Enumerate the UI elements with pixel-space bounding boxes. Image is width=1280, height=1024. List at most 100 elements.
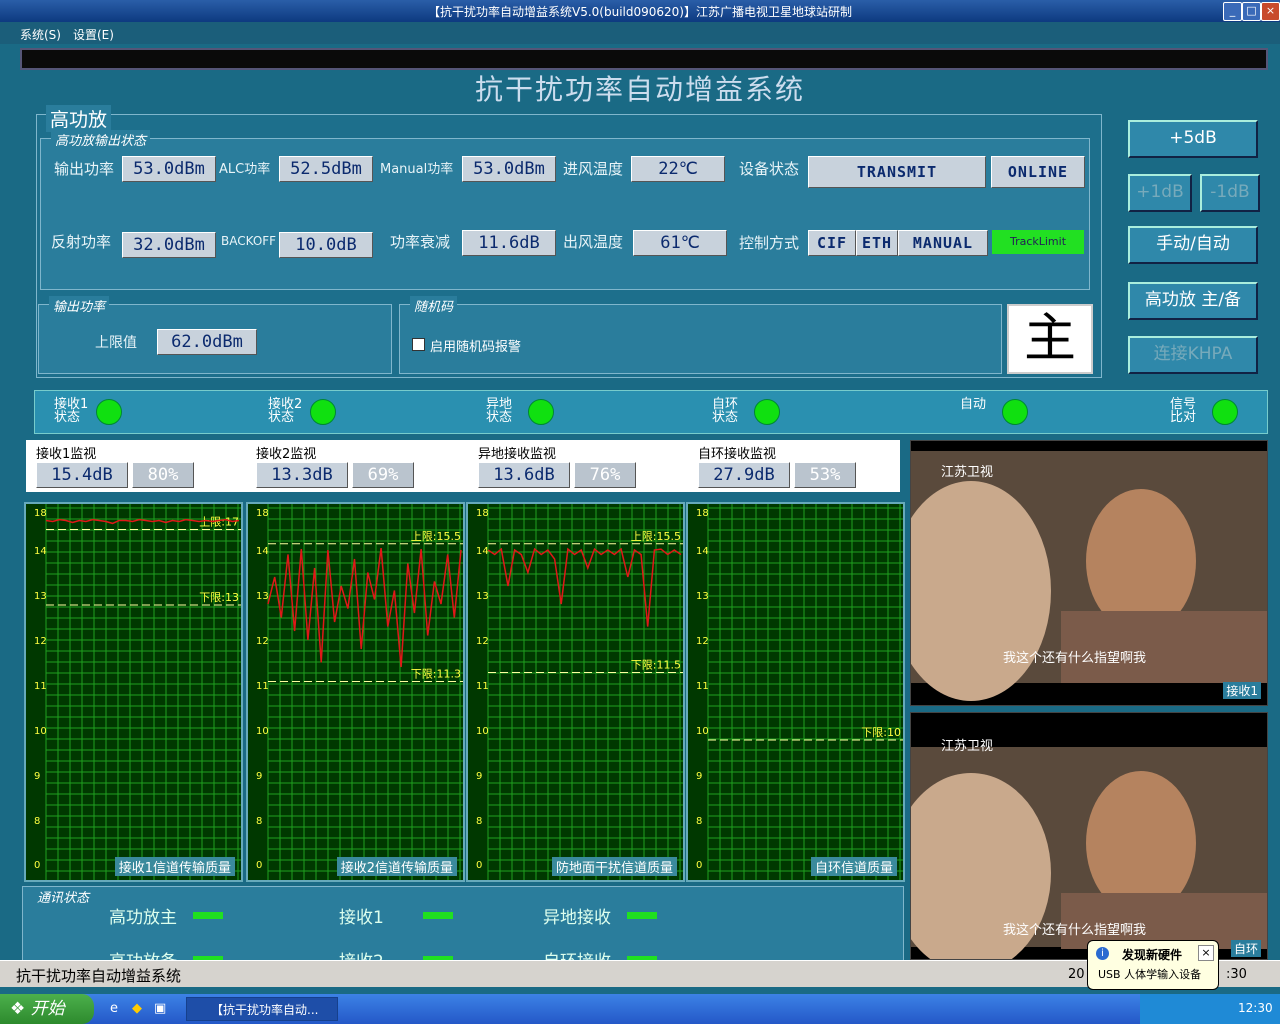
monitor-title-0: 接收1监视 bbox=[36, 447, 97, 462]
balloon-text: USB 人体学输入设备 bbox=[1098, 968, 1202, 981]
menu-settings[interactable]: 设置(E) bbox=[73, 26, 114, 43]
start-label: 开始 bbox=[30, 999, 65, 1019]
y-tick-label: 12 bbox=[696, 636, 709, 647]
monitor-pct-2: 76% bbox=[574, 462, 636, 488]
connect-khpa-button[interactable]: 连接KHPA bbox=[1128, 336, 1258, 374]
clock: 12:30 bbox=[1238, 1001, 1273, 1015]
y-tick-label: 13 bbox=[34, 591, 47, 602]
minimize-button[interactable]: _ bbox=[1223, 2, 1242, 21]
lower-limit-label: 下限:10 bbox=[861, 726, 901, 739]
output-power-legend: 输出功率 bbox=[49, 296, 110, 315]
channel-logo-2: 江苏卫视 bbox=[941, 739, 994, 754]
plus5db-button[interactable]: +5dB bbox=[1128, 120, 1258, 158]
y-tick-label: 9 bbox=[696, 771, 702, 782]
minus1db-button[interactable]: -1dB bbox=[1200, 174, 1260, 212]
random-code-checkbox[interactable] bbox=[412, 338, 425, 351]
monitor-title-1: 接收2监视 bbox=[256, 447, 317, 462]
y-tick-label: 13 bbox=[256, 591, 269, 602]
label-manual-power: Manual功率 bbox=[380, 162, 454, 177]
y-tick-label: 8 bbox=[476, 816, 482, 827]
y-tick-label: 9 bbox=[256, 771, 262, 782]
y-tick-label: 18 bbox=[696, 508, 709, 519]
comm-status-group: 通讯状态 高功放主 接收1 异地接收 高功放备 接收2 自环接收 bbox=[22, 886, 904, 964]
taskbar-window-button[interactable]: 【抗干扰功率自动... bbox=[186, 997, 338, 1021]
y-tick-label: 9 bbox=[34, 771, 40, 782]
desktop-icon[interactable]: ▣ bbox=[154, 1001, 166, 1016]
status-led-4 bbox=[1002, 399, 1028, 425]
quicklaunch-icon[interactable]: ◆ bbox=[132, 1001, 142, 1016]
y-tick-label: 10 bbox=[34, 726, 47, 737]
y-tick-label: 8 bbox=[696, 816, 702, 827]
quality-chart-1: 18 14 13 12 11 10 9 8 0 上限:15.5 下限:11.3 接收2信道传输质量 bbox=[246, 502, 465, 882]
lower-limit-label: 下限:13 bbox=[199, 591, 239, 604]
random-code-group: 随机码 启用随机码报警 bbox=[399, 296, 1002, 374]
monitor-db-1: 13.3dB bbox=[256, 462, 348, 488]
hardware-balloon[interactable]: i 发现新硬件 USB 人体学输入设备 × bbox=[1087, 940, 1219, 990]
monitor-db-0: 15.4dB bbox=[36, 462, 128, 488]
chart-caption: 自环信道质量 bbox=[810, 857, 897, 876]
monitor-db-3: 27.9dB bbox=[698, 462, 790, 488]
upper-limit-label: 上限:15.5 bbox=[631, 530, 681, 543]
label-control-mode: 控制方式 bbox=[739, 234, 800, 252]
video-loopback: 江苏卫视 我这个还有什么指望啊我 自环 bbox=[891, 712, 1268, 973]
chart-svg: 18 14 13 12 11 10 9 8 0 上限:15.5 下限:11.3 bbox=[256, 504, 463, 880]
balloon-close-icon[interactable]: × bbox=[1198, 945, 1214, 961]
value-control-manual: MANUAL bbox=[898, 230, 988, 256]
indicator-line2: 状态 bbox=[712, 410, 739, 425]
maximize-button[interactable]: □ bbox=[1242, 2, 1261, 21]
manual-auto-button[interactable]: 手动/自动 bbox=[1128, 226, 1258, 264]
y-tick-label: 0 bbox=[34, 860, 40, 871]
indicator-line2: 状态 bbox=[268, 410, 295, 425]
ie-icon[interactable]: e bbox=[110, 1001, 118, 1016]
chart-caption: 接收2信道传输质量 bbox=[336, 857, 457, 876]
value-upper-limit: 62.0dBm bbox=[157, 329, 257, 355]
label-backoff: BACKOFF bbox=[221, 234, 277, 248]
top-strip bbox=[20, 48, 1268, 70]
label-attenuation: 功率衰减 bbox=[390, 233, 451, 251]
windows-logo-icon: ❖ bbox=[10, 999, 26, 1019]
y-tick-label: 8 bbox=[256, 816, 262, 827]
status-led-1 bbox=[310, 399, 336, 425]
y-tick-label: 14 bbox=[256, 546, 269, 557]
y-tick-label: 0 bbox=[696, 860, 702, 871]
random-code-checkbox-label: 启用随机码报警 bbox=[430, 340, 522, 355]
hpa-main-backup-button[interactable]: 高功放 主/备 bbox=[1128, 282, 1258, 320]
close-button[interactable]: × bbox=[1261, 2, 1280, 21]
y-tick-label: 10 bbox=[256, 726, 269, 737]
y-tick-label: 10 bbox=[696, 726, 709, 737]
start-button[interactable]: ❖ 开始 bbox=[0, 994, 94, 1024]
menubar: 系统(S) 设置(E) bbox=[0, 22, 1280, 44]
window-titlebar: 【抗干扰功率自动增益系统V5.0(build090620)】江苏广播电视卫星地球… bbox=[0, 0, 1280, 22]
label-inlet-temp: 进风温度 bbox=[563, 160, 624, 178]
value-attenuation: 11.6dB bbox=[462, 230, 556, 256]
label-device-state: 设备状态 bbox=[739, 160, 800, 178]
status-led-0 bbox=[96, 399, 122, 425]
main-badge: 主 bbox=[1007, 304, 1093, 374]
value-device-state: TRANSMIT bbox=[808, 156, 986, 188]
y-tick-label: 9 bbox=[476, 771, 482, 782]
comm-item-label: 高功放主 bbox=[109, 908, 177, 928]
label-outlet-temp: 出风温度 bbox=[563, 233, 624, 251]
window-title: 【抗干扰功率自动增益系统V5.0(build090620)】江苏广播电视卫星地球… bbox=[428, 5, 852, 19]
indicator-label-4: 自动 bbox=[960, 398, 986, 411]
value-manual-power: 53.0dBm bbox=[462, 156, 556, 182]
monitor-db-2: 13.6dB bbox=[478, 462, 570, 488]
chart-caption: 接收1信道传输质量 bbox=[114, 857, 235, 876]
monitor-title-3: 自环接收监视 bbox=[698, 447, 777, 462]
video-tag-receive1: 接收1 bbox=[1223, 682, 1261, 699]
statusbar-time: :30 bbox=[1226, 967, 1247, 982]
y-tick-label: 18 bbox=[476, 508, 489, 519]
comm-status-bar bbox=[423, 912, 453, 919]
y-tick-label: 8 bbox=[34, 816, 40, 827]
chart-svg: 18 14 13 12 11 10 9 8 0 上限:15.5 下限:11.5 bbox=[476, 504, 683, 880]
plus1db-button[interactable]: +1dB bbox=[1128, 174, 1192, 212]
value-output-power: 53.0dBm bbox=[122, 156, 216, 182]
y-tick-label: 0 bbox=[256, 860, 262, 871]
channel-logo-1: 江苏卫视 bbox=[941, 465, 994, 480]
status-led-3 bbox=[754, 399, 780, 425]
indicator-line2: 状态 bbox=[486, 410, 513, 425]
menu-system[interactable]: 系统(S) bbox=[20, 26, 61, 43]
balloon-title: 发现新硬件 bbox=[1122, 948, 1183, 962]
quality-chart-3: 18 14 13 12 11 10 9 8 0 下限:10 自环信道质量 bbox=[686, 502, 905, 882]
y-tick-label: 12 bbox=[34, 636, 47, 647]
